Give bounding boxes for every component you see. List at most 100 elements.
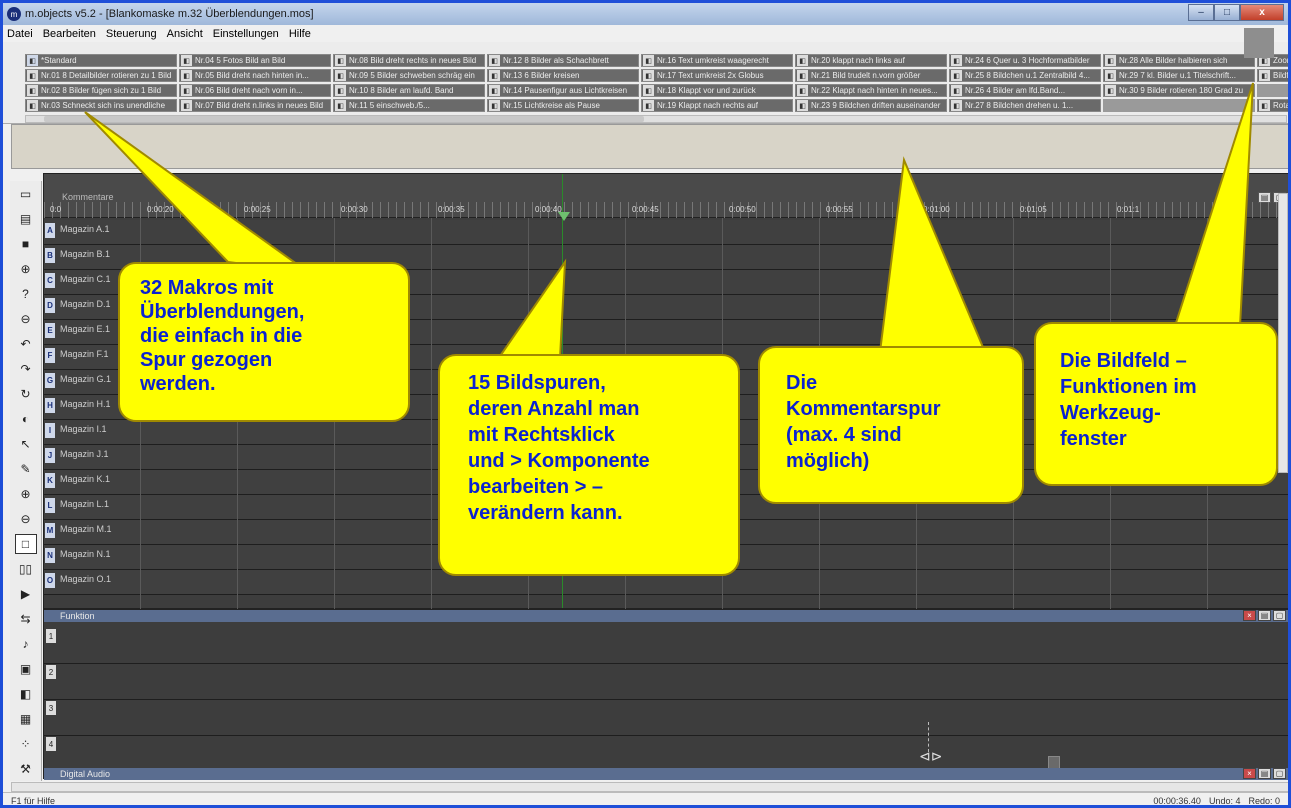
image-field-icon[interactable]: ▣ <box>15 659 37 679</box>
track-name: Magazin G.1 <box>60 374 112 384</box>
macro-icon: ◧ <box>643 100 654 111</box>
window-title: m.objects v5.2 - [Blankomaske m.32 Überb… <box>25 8 314 20</box>
play-icon[interactable]: ▶ <box>15 584 37 604</box>
pause-icon[interactable]: ▯▯ <box>15 559 37 579</box>
table-icon[interactable]: ▦ <box>15 709 37 729</box>
macro-label: Nr.22 Klappt nach hinten in neues... <box>811 86 938 95</box>
frame-icon[interactable]: □ <box>14 534 37 554</box>
function-row[interactable]: 2 <box>44 660 1288 700</box>
mask-icon[interactable]: ◧ <box>15 684 37 704</box>
macro-icon: ◧ <box>797 100 808 111</box>
audio-close-icon[interactable]: × <box>1243 768 1256 779</box>
function-row[interactable]: 3 <box>44 696 1288 736</box>
macro-item[interactable]: ◧ Nr.14 Pausenfigur aus Lichtkreisen <box>487 84 639 97</box>
macro-item[interactable]: ◧ Nr.30 9 Bilder rotieren 180 Grad zu <box>1103 84 1255 97</box>
macro-item[interactable]: ◧ Nr.05 Bild dreht nach hinten in... <box>179 69 331 82</box>
macro-scrollbar[interactable] <box>25 115 1287 123</box>
macro-item[interactable]: ◧ Nr.21 Bild trudelt n.vorn größer <box>795 69 947 82</box>
macro-item[interactable]: ◧ Nr.02 8 Bilder fügen sich zu 1 Bild <box>25 84 177 97</box>
macro-item[interactable]: ◧ Nr.08 Bild dreht rechts in neues Bild <box>333 54 485 67</box>
balance-icon[interactable]: ⇆ <box>15 609 37 629</box>
object-remove-icon[interactable]: ⊖ <box>15 309 37 329</box>
track-letter: M <box>45 523 55 538</box>
macro-item[interactable]: ◧ Nr.24 6 Quer u. 3 Hochformatbilder <box>949 54 1101 67</box>
audio-expand-icon[interactable]: ▢ <box>1273 768 1286 779</box>
menu-bearbeiten[interactable]: Bearbeiten <box>43 28 96 40</box>
macro-item[interactable]: ◧ Nr.28 Alle Bilder halbieren sich <box>1103 54 1255 67</box>
menu-datei[interactable]: Datei <box>7 28 33 40</box>
vertical-scrollbar[interactable] <box>1278 193 1288 473</box>
horizontal-scrollbar[interactable] <box>11 782 1288 792</box>
pointer-icon[interactable]: ↖ <box>15 434 37 454</box>
macro-item[interactable]: ◧ Nr.16 Text umkreist waagerecht <box>641 54 793 67</box>
audio-collapse-icon[interactable]: ▤ <box>1258 768 1271 779</box>
macro-item[interactable]: ◧ Nr.12 8 Bilder als Schachbrett <box>487 54 639 67</box>
new-file-icon[interactable]: ▭ <box>15 184 37 204</box>
function-row[interactable]: 4 <box>44 732 1288 772</box>
macro-icon: ◧ <box>1105 55 1116 66</box>
title-bar[interactable]: m m.objects v5.2 - [Blankomaske m.32 Übe… <box>3 3 1288 25</box>
macro-item[interactable] <box>1103 99 1255 112</box>
macro-item[interactable]: ◧ Nr.11 5 einschweb./5... <box>333 99 485 112</box>
image-track[interactable]: A Magazin A.1 <box>44 220 1288 245</box>
menu-steuerung[interactable]: Steuerung <box>106 28 157 40</box>
macro-item[interactable]: ◧ Nr.27 8 Bildchen drehen u. 1... <box>949 99 1101 112</box>
macro-item[interactable]: ◧ Nr.19 Klappt nach rechts auf <box>641 99 793 112</box>
function-expand-icon[interactable]: ▢ <box>1273 610 1286 621</box>
macro-item[interactable]: ◧ Nr.03 Schneckt sich ins unendliche <box>25 99 177 112</box>
audio-handle-icon[interactable]: ⊲⊳ <box>919 748 942 765</box>
macro-item[interactable]: ◧Bildfeld <box>1257 69 1288 82</box>
minimize-button[interactable]: – <box>1188 4 1214 21</box>
scroll-thumb[interactable] <box>44 116 644 122</box>
macro-item[interactable]: ◧ Nr.18 Klappt vor und zurück <box>641 84 793 97</box>
macro-item[interactable]: ◧ Nr.29 7 kl. Bilder u.1 Titelschrift... <box>1103 69 1255 82</box>
macro-item[interactable]: ◧ Nr.09 5 Bilder schweben schräg ein <box>333 69 485 82</box>
track-name: Magazin F.1 <box>60 349 109 359</box>
refresh-icon[interactable]: ↻ <box>15 384 37 404</box>
callout-text-line: Die Bildfeld – <box>1060 350 1187 372</box>
redo-icon[interactable]: ↷ <box>15 359 37 379</box>
macro-item[interactable]: ◧ Nr.10 8 Bilder am laufd. Band <box>333 84 485 97</box>
playhead-marker[interactable] <box>558 212 570 221</box>
macro-item[interactable]: ◧Rotation <box>1257 99 1288 112</box>
menu-einstellungen[interactable]: Einstellungen <box>213 28 279 40</box>
macro-item[interactable]: ◧ Nr.22 Klappt nach hinten in neues... <box>795 84 947 97</box>
macro-item[interactable] <box>1257 84 1288 97</box>
comment-pane[interactable] <box>11 124 1288 169</box>
pipette-icon[interactable]: ✎ <box>15 459 37 479</box>
function-close-icon[interactable]: × <box>1243 610 1256 621</box>
function-pane[interactable]: Funktion × ▤ ▢ 1 2 3 4 ⊲⊳ Digital Audio × ▤… <box>43 609 1288 780</box>
macro-label: Nr.15 Lichtkreise als Pause <box>503 101 600 110</box>
save-icon[interactable]: ■ <box>15 234 37 254</box>
tool-window: ▭ ▤ ■ ⊕ ? ⊖ ↶ ↷ ↻ ◐ ↖ ✎ ⊕ ⊖ □ ▯▯ ▶ ⇆ ♪ ▣… <box>10 181 42 804</box>
function-row[interactable]: 1 <box>44 624 1288 664</box>
macro-item[interactable]: ◧ Nr.23 9 Bildchen driften auseinander <box>795 99 947 112</box>
macro-item[interactable]: ◧ Nr.13 6 Bilder kreisen <box>487 69 639 82</box>
menu-hilfe[interactable]: Hilfe <box>289 28 311 40</box>
menu-ansicht[interactable]: Ansicht <box>167 28 203 40</box>
object-add-icon[interactable]: ⊕ <box>15 259 37 279</box>
macro-item[interactable]: ◧ Nr.04 5 Fotos Bild an Bild <box>179 54 331 67</box>
open-folder-icon[interactable]: ▤ <box>15 209 37 229</box>
macro-item[interactable]: ◧ Nr.07 Bild dreht n.links in neues Bild <box>179 99 331 112</box>
macro-item[interactable]: ◧ Nr.17 Text umkreist 2x Globus <box>641 69 793 82</box>
time-ruler[interactable]: 0:0 0:00:20 0:00:25 0:00:30 0:00:35 0:00:40 0:… <box>44 202 1288 218</box>
color-icon[interactable]: ◐ <box>15 409 37 429</box>
maximize-button[interactable]: □ <box>1214 4 1240 21</box>
zoom-out-icon[interactable]: ⊖ <box>15 509 37 529</box>
zoom-in-icon[interactable]: ⊕ <box>15 484 37 504</box>
dots-icon[interactable]: ⁘ <box>15 734 37 754</box>
macro-item[interactable]: ◧ Nr.20 klappt nach links auf <box>795 54 947 67</box>
macro-item[interactable]: ◧ Nr.26 4 Bilder am lfd.Band... <box>949 84 1101 97</box>
wrench-icon[interactable]: ⚒ <box>15 759 37 779</box>
macro-item[interactable]: ◧ Nr.06 Bild dreht nach vorn in... <box>179 84 331 97</box>
close-button[interactable]: x <box>1240 4 1284 21</box>
macro-item[interactable]: ◧ Nr.01 8 Detailbilder rotieren zu 1 Bild <box>25 69 177 82</box>
macro-item[interactable]: ◧ *Standard <box>25 54 177 67</box>
undo-icon[interactable]: ↶ <box>15 334 37 354</box>
speaker-icon[interactable]: ♪ <box>15 634 37 654</box>
macro-item[interactable]: ◧ Nr.15 Lichtkreise als Pause <box>487 99 639 112</box>
function-collapse-icon[interactable]: ▤ <box>1258 610 1271 621</box>
object-help-icon[interactable]: ? <box>15 284 37 304</box>
macro-item[interactable]: ◧ Nr.25 8 Bildchen u.1 Zentralbild 4... <box>949 69 1101 82</box>
